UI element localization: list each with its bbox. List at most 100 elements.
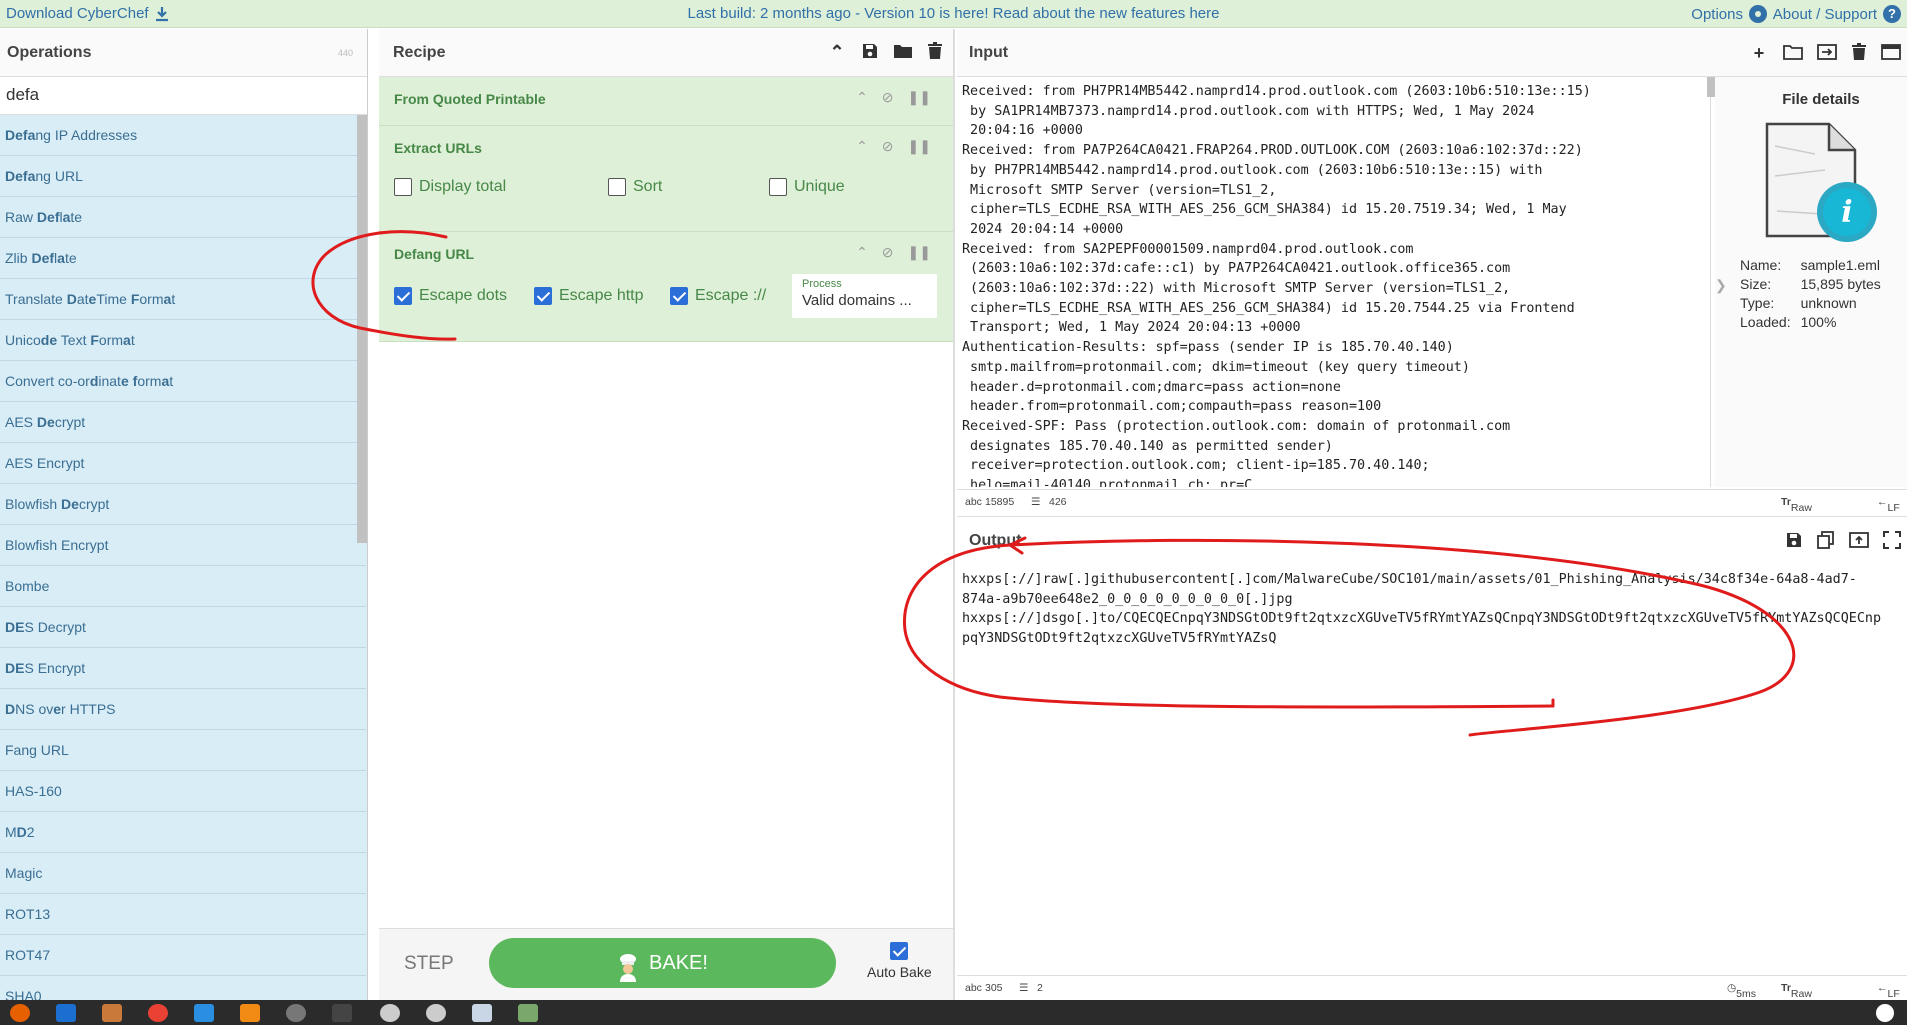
chrome-icon[interactable] (148, 1004, 168, 1022)
raw-bytes-button[interactable]: Tr Raw Bytes (1781, 982, 1817, 1012)
operation-item[interactable]: MD2 (0, 812, 366, 853)
files-icon[interactable] (102, 1004, 122, 1022)
operation-item[interactable]: Unicode Text Format (0, 320, 366, 361)
layout-icon[interactable] (1881, 43, 1901, 61)
trash-icon[interactable] (1851, 43, 1867, 61)
system-icon[interactable] (1876, 1004, 1894, 1022)
operation-item[interactable]: Zlib Deflate (0, 238, 366, 279)
output-title: Output (957, 517, 1907, 565)
operation-item[interactable]: Defang IP Addresses (0, 115, 366, 156)
operation-label: Zlib Deflate (5, 250, 77, 266)
sublime-icon[interactable] (240, 1004, 260, 1022)
operation-item[interactable]: Blowfish Encrypt (0, 525, 366, 566)
app-icon[interactable] (286, 1004, 306, 1022)
input-char-count: 15895 (985, 496, 1015, 508)
process-select[interactable]: Process Valid domains ... (792, 274, 937, 318)
collapse-op-icon[interactable]: ⌃ (856, 89, 868, 106)
recipe-op-defang-url[interactable]: Defang URL ⌃ ⊘ ❚❚ Escape dots Escape http … (379, 232, 953, 342)
eol-label: LF (1887, 502, 1900, 514)
collapse-op-icon[interactable]: ⌃ (856, 138, 868, 155)
escape-colon-checkbox[interactable]: Escape :// (670, 287, 792, 305)
options-link[interactable]: Options (1691, 5, 1767, 23)
trash-icon[interactable] (927, 42, 943, 60)
sort-checkbox[interactable]: Sort (608, 178, 769, 196)
eol-button[interactable]: ← LF (1877, 496, 1900, 514)
terminal-icon[interactable] (332, 1004, 352, 1022)
disable-icon[interactable]: ⊘ (882, 244, 894, 261)
copy-icon[interactable] (1817, 531, 1835, 549)
disc-icon[interactable] (380, 1004, 400, 1022)
loaded-label: Loaded: (1740, 314, 1791, 330)
bake-button[interactable]: BAKE! (489, 938, 836, 988)
operation-item[interactable]: ROT47 (0, 935, 366, 976)
operation-item[interactable]: AES Decrypt (0, 402, 366, 443)
add-tab-icon[interactable]: + (1749, 43, 1769, 63)
disc-icon[interactable] (426, 1004, 446, 1022)
operation-item[interactable]: Defang URL (0, 156, 366, 197)
bake-label: BAKE! (649, 952, 708, 974)
operation-item[interactable]: Fang URL (0, 730, 366, 771)
save-icon[interactable] (1785, 531, 1803, 549)
open-file-icon[interactable] (1817, 43, 1837, 61)
operation-item[interactable]: AES Encrypt (0, 443, 366, 484)
about-link[interactable]: About / Support ? (1773, 5, 1901, 23)
output-textarea[interactable]: hxxps[://]raw[.]githubusercontent[.]com/… (957, 565, 1907, 973)
open-folder-icon[interactable] (1783, 43, 1803, 61)
eol-label: LF (1887, 988, 1900, 1000)
recipe-op-quoted-printable[interactable]: From Quoted Printable ⌃ ⊘ ❚❚ (379, 77, 953, 126)
input-line-count: 426 (1049, 496, 1067, 508)
operation-item[interactable]: DES Encrypt (0, 648, 366, 689)
trash-bin-icon[interactable] (518, 1004, 538, 1022)
operation-item[interactable]: DNS over HTTPS (0, 689, 366, 730)
search-input[interactable]: defa (0, 77, 367, 115)
operation-item[interactable]: Blowfish Decrypt (0, 484, 366, 525)
recipe-op-extract-urls[interactable]: Extract URLs ⌃ ⊘ ❚❚ Display total Sort Uni… (379, 126, 953, 232)
checkbox-label: Sort (633, 178, 663, 195)
disable-icon[interactable]: ⊘ (882, 138, 894, 155)
disable-icon[interactable]: ⊘ (882, 89, 894, 106)
thunderbird-icon[interactable] (56, 1004, 76, 1022)
operation-label: Raw Deflate (5, 209, 83, 225)
operation-item[interactable]: Magic (0, 853, 366, 894)
size-label: Size: (1740, 276, 1772, 292)
checkbox-label: Escape dots (419, 287, 508, 304)
maximise-icon[interactable] (1883, 531, 1901, 549)
operation-item[interactable]: HAS-160 (0, 771, 366, 812)
escape-http-checkbox[interactable]: Escape http (534, 287, 670, 305)
operation-item[interactable]: Raw Deflate (0, 197, 366, 238)
pause-icon[interactable]: ❚❚ (908, 138, 931, 155)
file-details-title: File details (1782, 91, 1860, 108)
bake-bar: STEP BAKE! Auto Bake (379, 928, 953, 1000)
vscode-icon[interactable] (194, 1004, 214, 1022)
operation-item[interactable]: ROT13 (0, 894, 366, 935)
eol-button[interactable]: ← LF (1877, 982, 1900, 1000)
operation-item[interactable]: Translate DateTime Format (0, 279, 366, 320)
collapse-op-icon[interactable]: ⌃ (856, 244, 868, 261)
unique-checkbox[interactable]: Unique (769, 178, 845, 196)
text-editor-icon[interactable] (472, 1004, 492, 1022)
raw-bytes-button[interactable]: Tr Raw Bytes (1781, 496, 1817, 526)
build-message[interactable]: Last build: 2 months ago - Version 10 is… (0, 5, 1907, 22)
auto-bake-label: Auto Bake (867, 964, 932, 980)
replace-input-icon[interactable] (1849, 531, 1869, 549)
recipe-panel: Recipe ⌃ From Quoted Printable ⌃ ⊘ ❚❚ Extr… (379, 29, 955, 1000)
collapse-details-icon[interactable]: ❯ (1715, 277, 1727, 294)
step-button[interactable]: STEP (404, 953, 454, 975)
operations-scrollbar[interactable] (357, 115, 367, 543)
file-type: unknown (1800, 295, 1857, 311)
save-icon[interactable] (861, 42, 879, 60)
escape-dots-checkbox[interactable]: Escape dots (394, 287, 534, 305)
firefox-icon[interactable] (10, 1004, 30, 1022)
pause-icon[interactable]: ❚❚ (908, 244, 931, 261)
operation-item[interactable]: DES Decrypt (0, 607, 366, 648)
pause-icon[interactable]: ❚❚ (908, 89, 931, 106)
operation-item[interactable]: Bombe (0, 566, 366, 607)
folder-icon[interactable] (893, 42, 913, 60)
display-total-checkbox[interactable]: Display total (394, 178, 608, 196)
operation-item[interactable]: SHA0 (0, 976, 366, 1000)
input-textarea[interactable]: Received: from PH7PR14MB5442.namprd14.pr… (957, 77, 1711, 487)
operation-item[interactable]: Convert co-ordinate format (0, 361, 366, 402)
operation-label: Bombe (5, 578, 50, 594)
auto-bake-checkbox[interactable]: Auto Bake (867, 942, 932, 980)
collapse-icon[interactable]: ⌃ (827, 42, 847, 62)
